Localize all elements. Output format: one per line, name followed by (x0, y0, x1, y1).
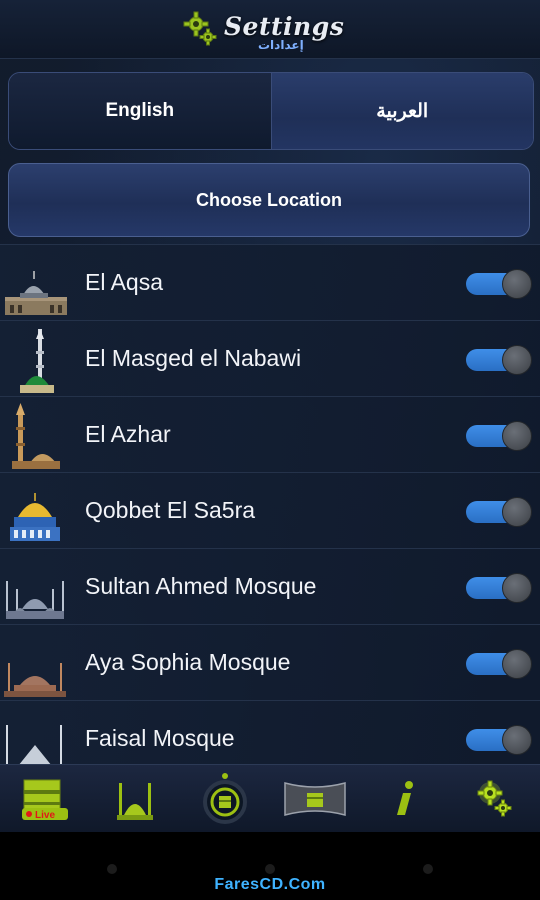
mosque-list: El Aqsa El Masged el Nabawi El Azhar Qob… (0, 244, 540, 764)
el-masged-el-nabawi-toggle[interactable] (466, 345, 532, 375)
sultan-ahmed-mosque-icon (6, 581, 64, 619)
live-badge: Live (35, 810, 55, 820)
azhar-mosque-icon (12, 403, 60, 469)
toggle-knob (502, 725, 532, 755)
list-item: El Masged el Nabawi (0, 320, 540, 396)
choose-location-button[interactable]: Choose Location (8, 163, 530, 237)
watermark-text: FaresCD.Com (214, 876, 326, 893)
list-item: El Aqsa (0, 244, 540, 320)
mosque-icon (117, 783, 153, 820)
tab-kaaba-view[interactable] (270, 765, 360, 833)
language-selector: English العربية (8, 72, 534, 150)
tab-info[interactable] (360, 765, 450, 833)
list-item: Faisal Mosque (0, 700, 540, 764)
mosque-label: Aya Sophia Mosque (85, 649, 291, 675)
list-item: Aya Sophia Mosque (0, 624, 540, 700)
dome-of-rock-icon (10, 493, 60, 541)
nabawi-mosque-icon (20, 329, 54, 393)
page-subtitle-arabic: إعدادات (258, 38, 304, 52)
gear-icon (183, 11, 217, 46)
settings-gear-icon (477, 780, 512, 817)
aya-sophia-icon (4, 663, 66, 697)
mosque-label: El Aqsa (85, 269, 163, 295)
aya-sophia-mosque-toggle[interactable] (466, 649, 532, 679)
mosque-label: Qobbet El Sa5ra (85, 497, 256, 523)
list-item: Qobbet El Sa5ra (0, 472, 540, 548)
header-bar: Settings إعدادات (0, 0, 540, 59)
faisal-mosque-icon (6, 725, 62, 764)
toggle-knob (502, 269, 532, 299)
page-title: Settings (224, 12, 345, 41)
qibla-compass-icon (203, 773, 247, 824)
arabic-language-button[interactable]: العربية (271, 73, 533, 149)
toggle-knob (502, 573, 532, 603)
sultan-ahmed-mosque-toggle[interactable] (466, 573, 532, 603)
faisal-mosque-toggle[interactable] (466, 725, 532, 755)
toggle-knob (502, 649, 532, 679)
toggle-knob (502, 345, 532, 375)
nav-recent-dot[interactable] (423, 864, 433, 874)
tab-live[interactable]: Live (0, 765, 90, 833)
info-icon (397, 781, 413, 815)
nav-back-dot[interactable] (107, 864, 117, 874)
tab-settings[interactable] (450, 765, 540, 833)
toggle-knob (502, 421, 532, 451)
mosque-label: El Azhar (85, 421, 171, 447)
tab-qibla[interactable] (180, 765, 270, 833)
nav-home-dot[interactable] (265, 864, 275, 874)
mosque-label: Faisal Mosque (85, 725, 235, 751)
aqsa-dome-icon (5, 271, 67, 315)
mosque-label: Sultan Ahmed Mosque (85, 573, 317, 599)
qobbet-el-sa5ra-toggle[interactable] (466, 497, 532, 527)
kaaba-panorama-icon (284, 782, 346, 816)
tab-mosques[interactable] (90, 765, 180, 833)
list-item: El Azhar (0, 396, 540, 472)
el-aqsa-toggle[interactable] (466, 269, 532, 299)
english-language-button[interactable]: English (9, 73, 272, 149)
list-item: Sultan Ahmed Mosque (0, 548, 540, 624)
settings-screen: Settings إعدادات English العربية Choose … (0, 0, 540, 833)
el-azhar-toggle[interactable] (466, 421, 532, 451)
kaaba-live-icon: Live (22, 779, 68, 820)
mosque-label: El Masged el Nabawi (85, 345, 302, 371)
bottom-tab-bar: Live (0, 764, 540, 833)
toggle-knob (502, 497, 532, 527)
